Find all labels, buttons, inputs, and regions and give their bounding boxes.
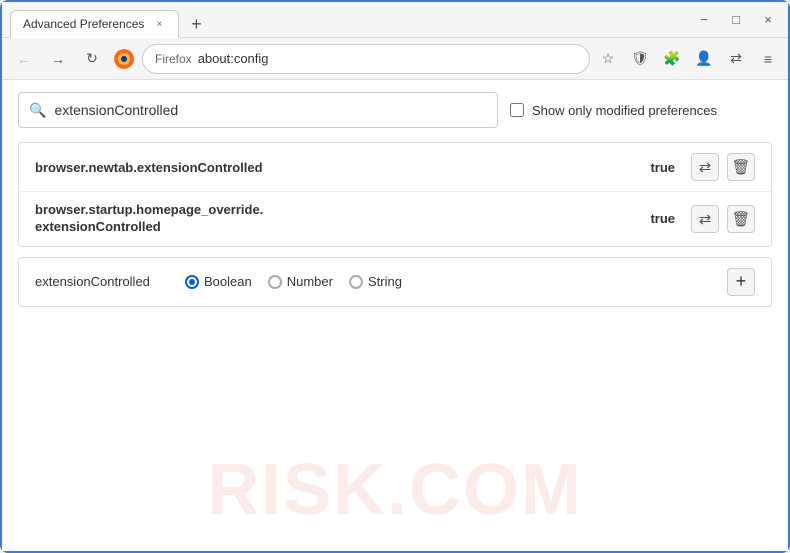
new-pref-name: extensionControlled <box>35 274 165 289</box>
nav-bar: ← → ↻ Firefox about:config ☆ 🛡 🧩 👤 ⇄ ≡ <box>2 38 788 80</box>
row-actions-2: ⇄ 🗑 <box>691 205 755 233</box>
title-bar: Advanced Preferences × + − □ × <box>2 2 788 38</box>
type-radio-group: Boolean Number String <box>185 274 707 289</box>
minimize-button[interactable]: − <box>692 8 716 32</box>
url-display: about:config <box>198 51 269 66</box>
modified-only-checkbox[interactable] <box>510 103 524 117</box>
string-label: String <box>368 274 402 289</box>
boolean-label: Boolean <box>204 274 252 289</box>
add-button[interactable]: + <box>727 268 755 296</box>
profile-icon[interactable]: 👤 <box>692 47 716 71</box>
extension-icon[interactable]: 🧩 <box>660 47 684 71</box>
pref-name-2: browser.startup.homepage_override. exten… <box>35 202 650 236</box>
pref-name-1: browser.newtab.extensionControlled <box>35 160 650 175</box>
pref-value-1: true <box>650 160 675 175</box>
number-radio[interactable] <box>268 275 282 289</box>
pref-name-line1: browser.startup.homepage_override. <box>35 202 650 219</box>
tab-close-button[interactable]: × <box>152 17 166 31</box>
number-label: Number <box>287 274 333 289</box>
table-row: browser.startup.homepage_override. exten… <box>19 192 771 246</box>
browser-name: Firefox <box>155 52 192 66</box>
search-icon: 🔍 <box>29 102 46 119</box>
search-box[interactable]: 🔍 <box>18 92 498 128</box>
number-radio-item[interactable]: Number <box>268 274 333 289</box>
bookmark-icon[interactable]: ☆ <box>596 47 620 71</box>
boolean-radio[interactable] <box>185 275 199 289</box>
tab-title: Advanced Preferences <box>23 17 144 31</box>
address-bar[interactable]: Firefox about:config <box>142 44 590 74</box>
delete-button-1[interactable]: 🗑 <box>727 153 755 181</box>
boolean-radio-item[interactable]: Boolean <box>185 274 252 289</box>
table-row: browser.newtab.extensionControlled true … <box>19 143 771 192</box>
row-actions-1: ⇄ 🗑 <box>691 153 755 181</box>
delete-button-2[interactable]: 🗑 <box>727 205 755 233</box>
maximize-button[interactable]: □ <box>724 8 748 32</box>
modified-label: Show only modified preferences <box>532 103 717 118</box>
toggle-button-1[interactable]: ⇄ <box>691 153 719 181</box>
nav-icons: ☆ 🛡 🧩 👤 ⇄ ≡ <box>596 47 780 71</box>
modified-preferences-area: Show only modified preferences <box>510 103 717 118</box>
pref-name-line2: extensionControlled <box>35 219 650 236</box>
toggle-button-2[interactable]: ⇄ <box>691 205 719 233</box>
string-radio[interactable] <box>349 275 363 289</box>
search-input[interactable] <box>54 102 487 118</box>
close-button[interactable]: × <box>756 8 780 32</box>
pref-value-2: true <box>650 211 675 226</box>
watermark: RISK.COM <box>207 449 583 531</box>
window-controls: − □ × <box>692 8 780 32</box>
back-button[interactable]: ← <box>10 45 38 73</box>
search-area: 🔍 Show only modified preferences <box>18 92 772 128</box>
menu-button[interactable]: ≡ <box>756 47 780 71</box>
tab-area: Advanced Preferences × + <box>10 2 684 37</box>
active-tab[interactable]: Advanced Preferences × <box>10 10 179 38</box>
new-tab-button[interactable]: + <box>183 11 209 37</box>
reload-button[interactable]: ↻ <box>78 45 106 73</box>
forward-button[interactable]: → <box>44 45 72 73</box>
main-content: 🔍 Show only modified preferences browser… <box>2 80 788 551</box>
add-preference-row: extensionControlled Boolean Number Strin… <box>18 257 772 307</box>
shield-icon[interactable]: 🛡 <box>628 47 652 71</box>
sync-icon[interactable]: ⇄ <box>724 47 748 71</box>
firefox-icon <box>112 47 136 71</box>
results-table: browser.newtab.extensionControlled true … <box>18 142 772 247</box>
string-radio-item[interactable]: String <box>349 274 402 289</box>
